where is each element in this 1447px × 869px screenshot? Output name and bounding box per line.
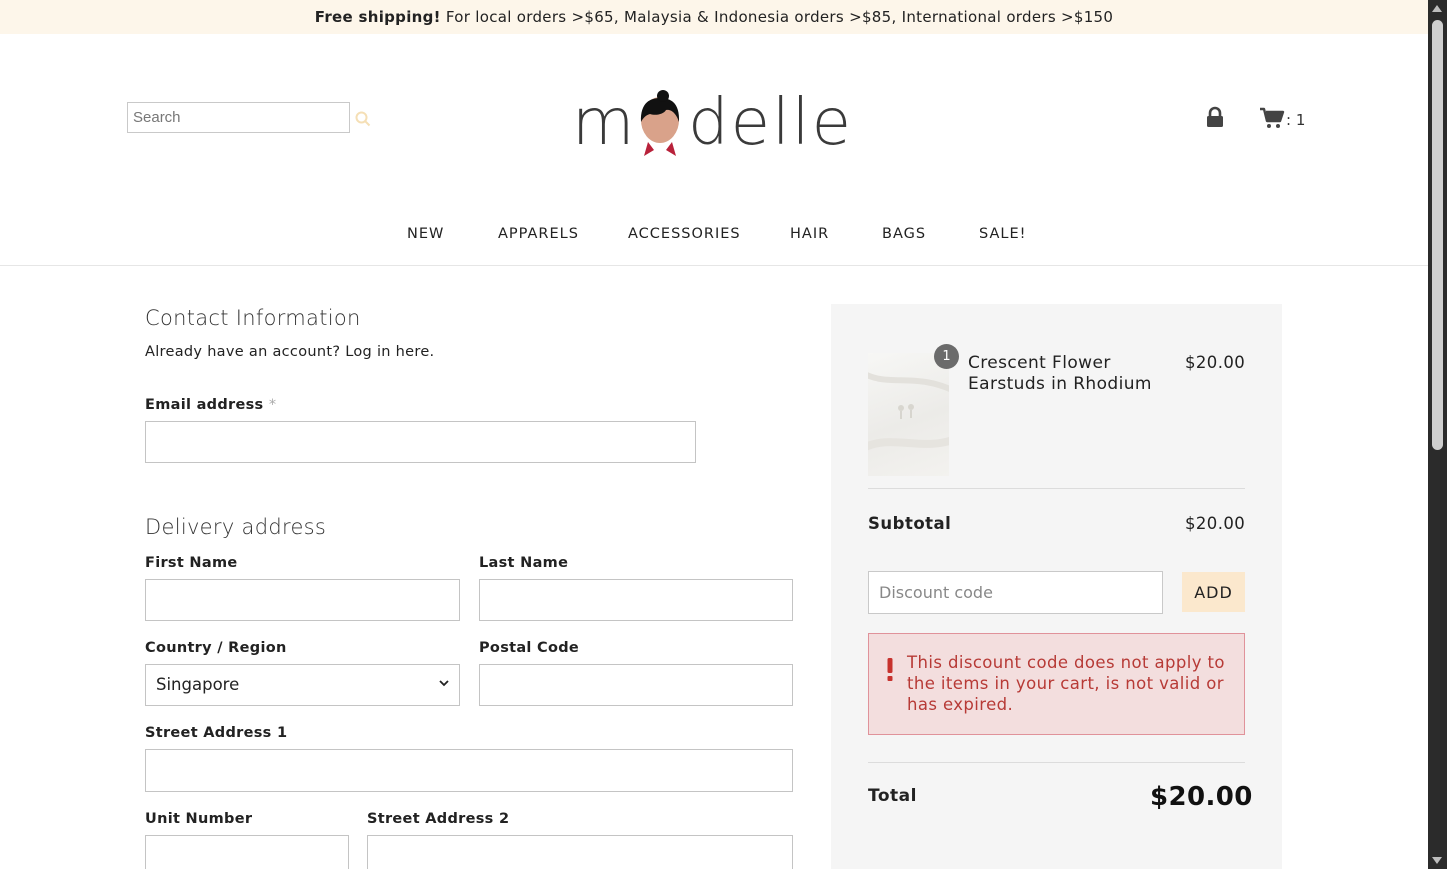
main-nav: NEW APPARELS ACCESSORIES HAIR BAGS SALE! <box>0 220 1428 248</box>
discount-code-input[interactable] <box>868 571 1163 614</box>
product-thumbnail <box>868 353 949 476</box>
quantity-badge: 1 <box>934 344 959 369</box>
apply-discount-button[interactable]: ADD <box>1182 572 1245 612</box>
login-prompt-text: Already have an account? <box>145 344 341 360</box>
street-address-2-field[interactable] <box>367 835 793 869</box>
unit-number-field[interactable] <box>145 835 349 869</box>
logo-text-left: m <box>572 86 637 160</box>
nav-item-accessories[interactable]: ACCESSORIES <box>628 220 741 248</box>
scrollbar-thumb[interactable] <box>1432 20 1443 450</box>
postal-label: Postal Code <box>479 640 580 656</box>
email-field[interactable] <box>145 421 696 463</box>
postal-code-field[interactable] <box>479 664 793 706</box>
site-logo[interactable]: m delle <box>572 86 862 160</box>
search-icon[interactable] <box>354 110 372 128</box>
scroll-up-arrow-icon[interactable] <box>1432 5 1442 12</box>
last-name-field[interactable] <box>479 579 793 621</box>
nav-item-apparels[interactable]: APPARELS <box>498 220 579 248</box>
product-name: Crescent Flower Earstuds in Rhodium <box>968 353 1152 394</box>
chevron-down-icon <box>439 680 449 687</box>
cart-count: : 1 <box>1286 111 1306 129</box>
country-value: Singapore <box>156 675 240 694</box>
subtotal-label: Subtotal <box>868 514 952 533</box>
announcement-bold: Free shipping! <box>314 8 441 26</box>
last-name-label: Last Name <box>479 555 569 571</box>
page-scrollbar[interactable] <box>1428 0 1447 869</box>
country-label: Country / Region <box>145 640 287 656</box>
required-mark: * <box>268 397 277 413</box>
nav-item-sale[interactable]: SALE! <box>979 220 1026 248</box>
logo-text-right: delle <box>688 86 853 160</box>
announcement-bar: Free shipping! For local orders >$65, Ma… <box>0 0 1428 34</box>
email-label: Email address * <box>145 397 276 413</box>
search-input[interactable] <box>127 102 350 133</box>
discount-error-message: This discount code does not apply to the… <box>907 653 1225 714</box>
nav-item-new[interactable]: NEW <box>407 220 444 248</box>
login-prompt: Already have an account? Log in here. <box>145 344 434 360</box>
total-value: $20.00 <box>1150 782 1253 812</box>
email-label-text: Email address <box>145 397 264 413</box>
nav-divider <box>0 265 1428 266</box>
summary-divider <box>868 488 1245 489</box>
contact-heading: Contact Information <box>145 306 361 330</box>
announcement-text: For local orders >$65, Malaysia & Indone… <box>440 8 1114 26</box>
first-name-label: First Name <box>145 555 238 571</box>
street-address-1-field[interactable] <box>145 749 793 792</box>
logo-face-icon <box>640 90 680 156</box>
earstuds-image <box>868 372 949 451</box>
error-exclamation-icon <box>885 656 895 684</box>
total-divider <box>868 762 1245 763</box>
cart-icon <box>1260 107 1285 128</box>
street2-label: Street Address 2 <box>367 811 510 827</box>
scroll-down-arrow-icon[interactable] <box>1432 857 1442 864</box>
nav-item-hair[interactable]: HAIR <box>790 220 829 248</box>
delivery-heading: Delivery address <box>145 515 327 539</box>
unit-label: Unit Number <box>145 811 253 827</box>
nav-item-bags[interactable]: BAGS <box>882 220 926 248</box>
checkout-page: Free shipping! For local orders >$65, Ma… <box>0 0 1428 869</box>
country-select[interactable]: Singapore <box>145 664 460 706</box>
street1-label: Street Address 1 <box>145 725 288 741</box>
first-name-field[interactable] <box>145 579 460 621</box>
subtotal-value: $20.00 <box>1185 514 1246 533</box>
product-price: $20.00 <box>1185 353 1246 372</box>
login-link[interactable]: Log in here. <box>345 344 434 360</box>
account-lock-icon[interactable] <box>1205 106 1225 128</box>
total-label: Total <box>868 786 917 806</box>
